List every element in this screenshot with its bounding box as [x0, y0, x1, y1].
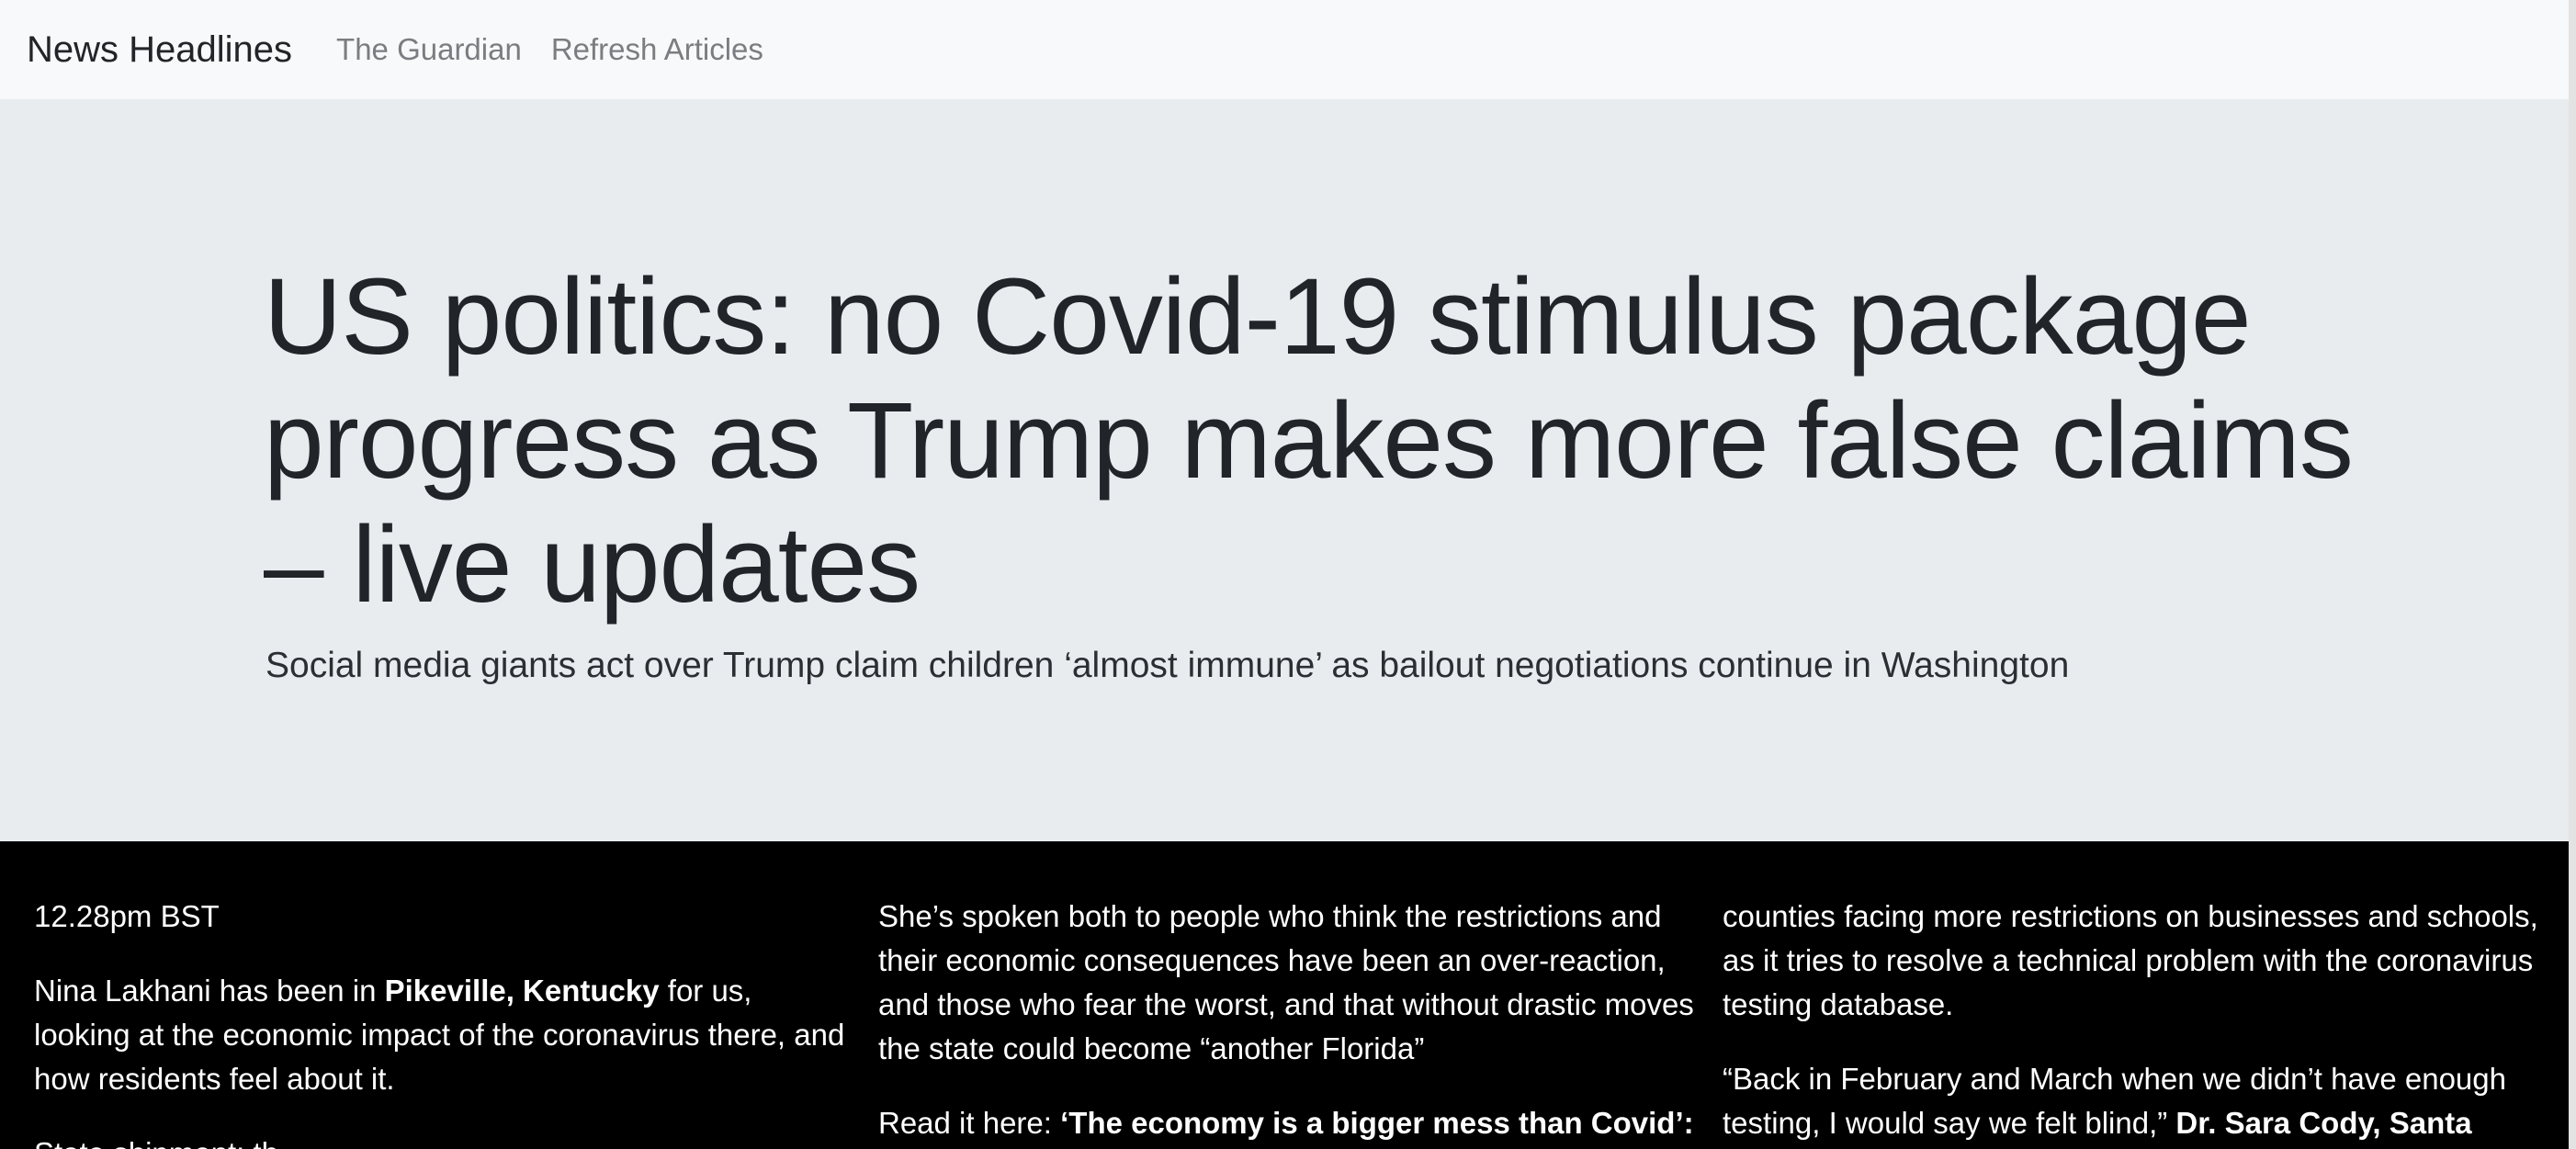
window-scrollbar[interactable] [2569, 0, 2576, 1149]
timestamp: 12.28pm BST [34, 899, 220, 933]
article-headline: US politics: no Covid-19 stimulus packag… [264, 256, 2354, 625]
article-column-2: She’s spoken both to people who think th… [878, 895, 1696, 1149]
paragraph: State shipment: th... [34, 1132, 852, 1149]
paragraph-text: Nina Lakhani has been in [34, 974, 385, 1008]
paragraph: Nina Lakhani has been in Pikeville, Kent… [34, 969, 852, 1101]
nav-link-the-guardian[interactable]: The Guardian [336, 32, 522, 67]
nav-link-refresh-articles[interactable]: Refresh Articles [551, 32, 763, 67]
paragraph-text: Read it here: [878, 1106, 1061, 1140]
paragraph: Read it here: ‘The economy is a bigger m… [878, 1101, 1696, 1145]
paragraph: She’s spoken both to people who think th… [878, 899, 1694, 1065]
article-column-1: 12.28pm BST Nina Lakhani has been in Pik… [34, 895, 852, 1149]
article-column-3: counties facing more restrictions on bus… [1723, 895, 2549, 1149]
brand[interactable]: News Headlines [27, 29, 292, 71]
article-standfirst: Social media giants act over Trump claim… [266, 646, 2070, 685]
navbar: News Headlines The Guardian Refresh Arti… [0, 0, 2576, 99]
article-body: 12.28pm BST Nina Lakhani has been in Pik… [0, 841, 2576, 1149]
jumbotron: US politics: no Covid-19 stimulus packag… [0, 99, 2576, 841]
article-link[interactable]: ‘The economy is a bigger mess than Covid… [1060, 1106, 1694, 1140]
paragraph: counties facing more restrictions on bus… [1723, 899, 2538, 1021]
paragraph-bold: Pikeville, Kentucky [384, 974, 660, 1008]
paragraph-bold: Dr. Sara Cody, Santa [2175, 1106, 2472, 1140]
paragraph: “Back in February and March when we didn… [1723, 1057, 2549, 1145]
